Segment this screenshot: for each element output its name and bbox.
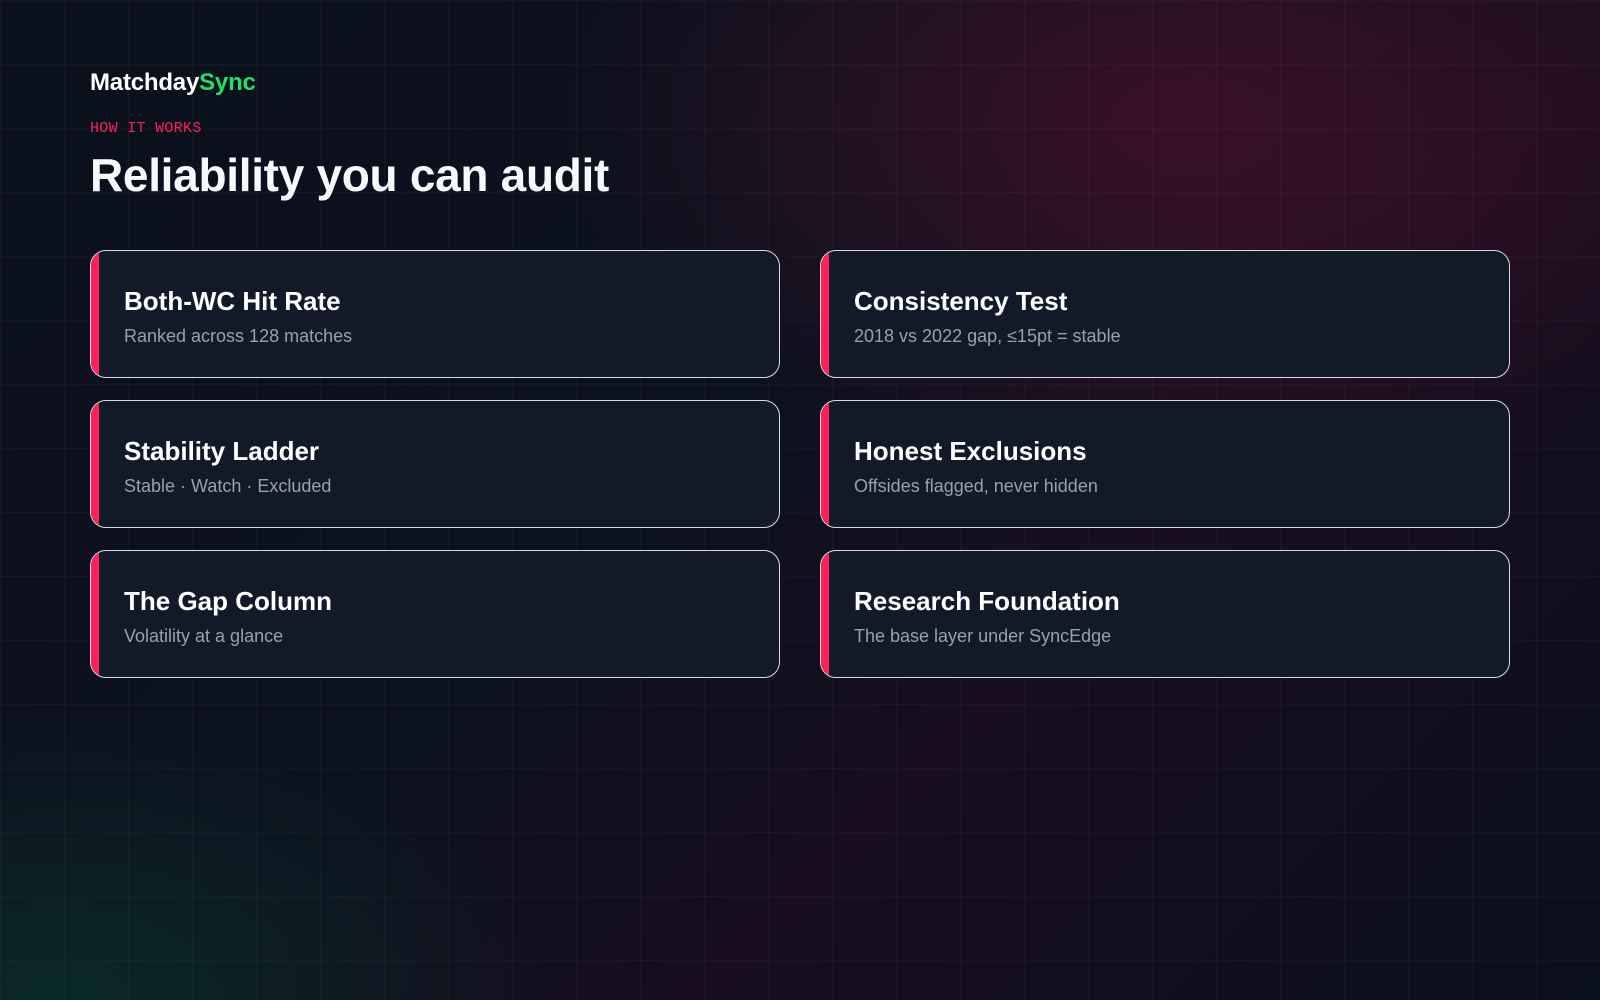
brand-name-accent: Sync xyxy=(199,69,256,96)
card-accent-bar xyxy=(91,251,99,377)
feature-description: The base layer under SyncEdge xyxy=(854,626,1112,646)
feature-title: Honest Exclusions xyxy=(854,436,1087,466)
feature-card: Honest Exclusions Offsides flagged, neve… xyxy=(820,400,1510,528)
feature-title: Both-WC Hit Rate xyxy=(124,286,341,316)
feature-description: Stable · Watch · Excluded xyxy=(124,476,332,496)
feature-title: The Gap Column xyxy=(124,586,332,616)
feature-card: Stability Ladder Stable · Watch · Exclud… xyxy=(90,400,780,528)
card-accent-bar xyxy=(821,251,829,377)
feature-card: The Gap Column Volatility at a glance xyxy=(90,550,780,678)
feature-description: Offsides flagged, never hidden xyxy=(854,476,1098,496)
page-title: Reliability you can audit xyxy=(90,149,610,201)
card-accent-bar xyxy=(91,551,99,677)
brand-name-primary: Matchday xyxy=(90,69,200,96)
feature-title: Stability Ladder xyxy=(124,436,320,466)
feature-card: Both-WC Hit Rate Ranked across 128 match… xyxy=(90,250,780,378)
card-accent-bar xyxy=(821,401,829,527)
feature-grid: Both-WC Hit Rate Ranked across 128 match… xyxy=(90,250,1510,678)
section-eyebrow: HOW IT WORKS xyxy=(90,120,202,137)
feature-description: Volatility at a glance xyxy=(124,626,284,646)
feature-title: Research Foundation xyxy=(854,586,1120,616)
feature-card: Research Foundation The base layer under… xyxy=(820,550,1510,678)
feature-card: Consistency Test 2018 vs 2022 gap, ≤15pt… xyxy=(820,250,1510,378)
feature-description: Ranked across 128 matches xyxy=(124,326,353,346)
brand-logo[interactable]: MatchdaySync xyxy=(90,69,256,97)
feature-description: 2018 vs 2022 gap, ≤15pt = stable xyxy=(854,326,1121,346)
card-accent-bar xyxy=(91,401,99,527)
card-accent-bar xyxy=(821,551,829,677)
feature-title: Consistency Test xyxy=(854,286,1068,316)
